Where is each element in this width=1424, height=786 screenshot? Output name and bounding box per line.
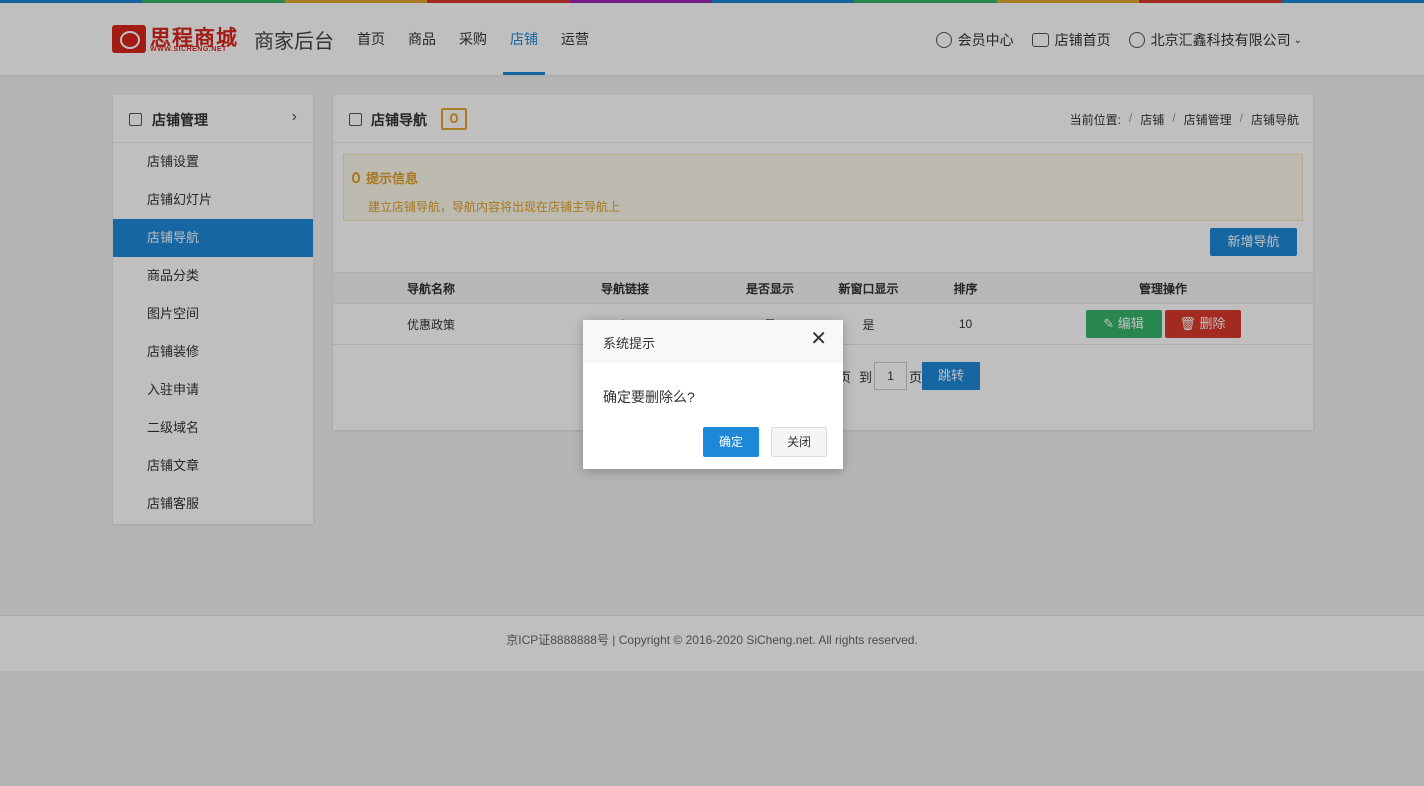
close-button[interactable]: 关闭: [771, 427, 827, 457]
dialog-title: 系统提示: [603, 336, 656, 351]
confirm-dialog: 系统提示 ✕ 确定要删除么? 确定 关闭: [583, 320, 843, 469]
dialog-header: 系统提示 ✕: [583, 320, 843, 362]
close-icon[interactable]: ✕: [810, 329, 827, 349]
confirm-button[interactable]: 确定: [703, 427, 759, 457]
dialog-message: 确定要删除么?: [603, 389, 695, 405]
